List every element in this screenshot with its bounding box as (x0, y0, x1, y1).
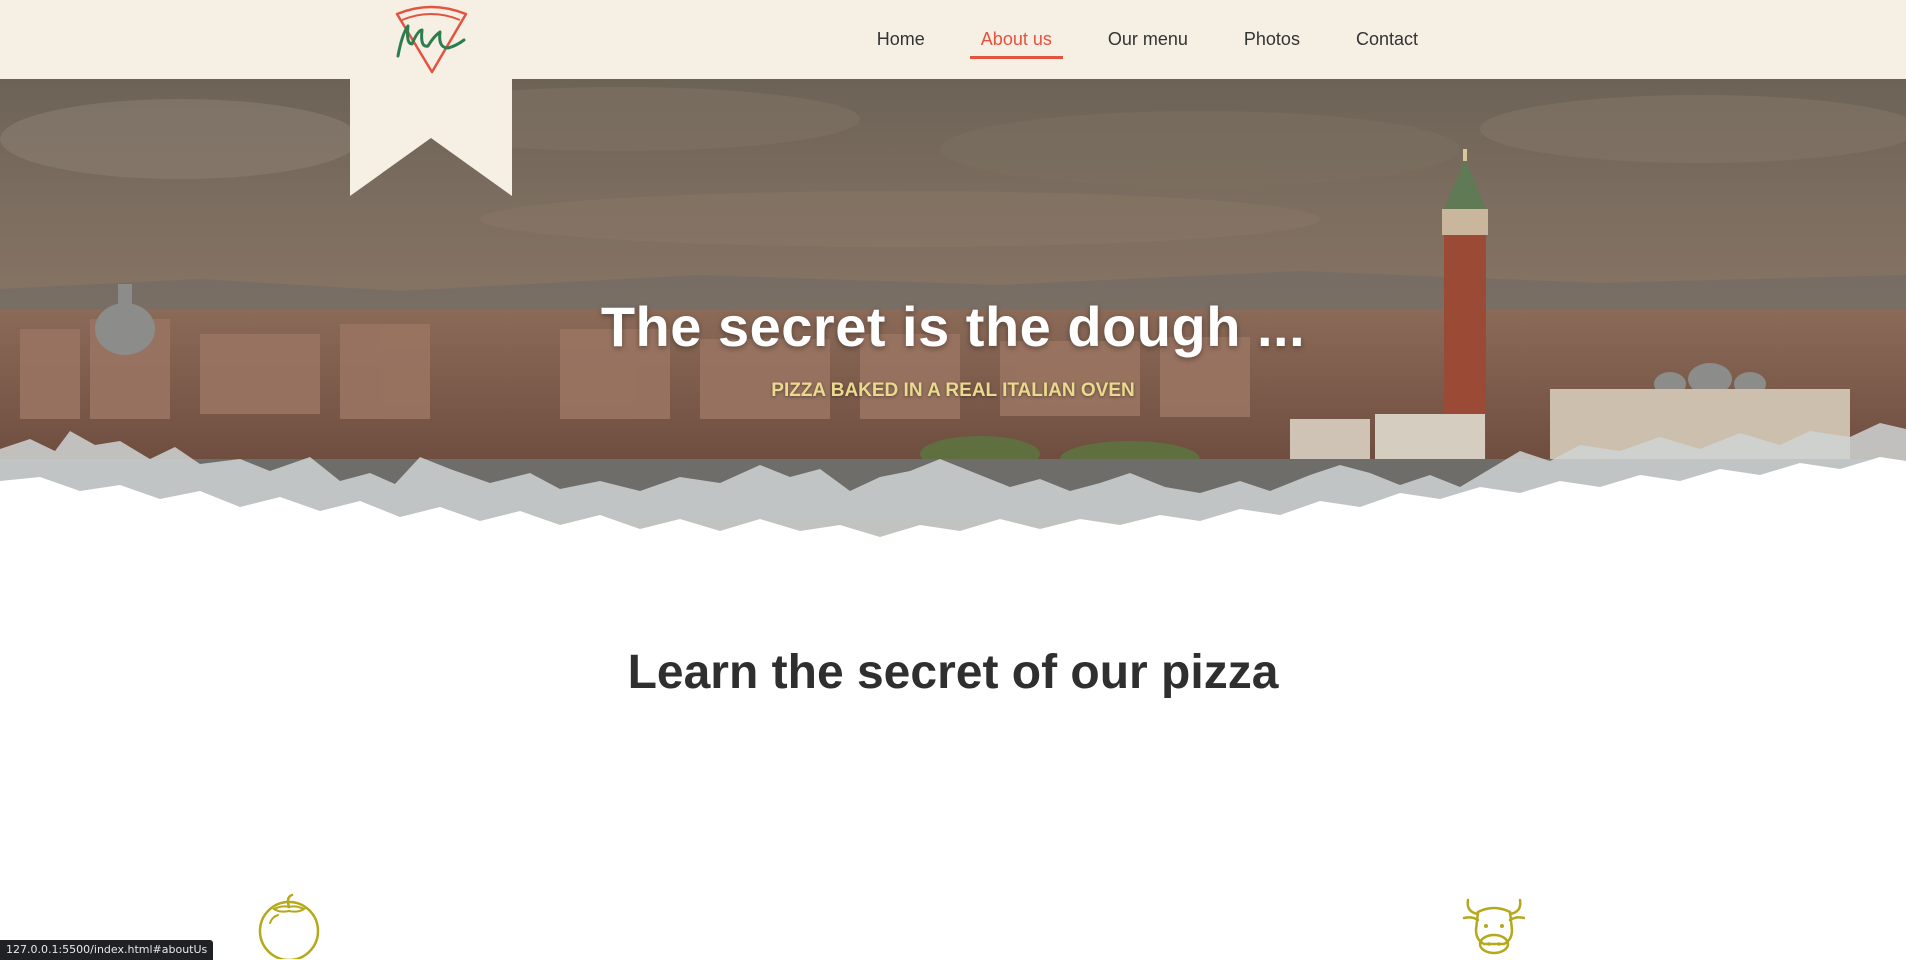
status-bar-url: 127.0.0.1:5500/index.html#aboutUs (0, 940, 214, 960)
hero-title: The secret is the dough ... (600, 295, 1306, 358)
site-header: Home About us Our menu Photos Contact (0, 0, 1906, 79)
nav-about-us[interactable]: About us (953, 0, 1080, 79)
nav-our-menu[interactable]: Our menu (1080, 0, 1216, 79)
nav-photos[interactable]: Photos (1216, 0, 1328, 79)
cow-icon (1462, 898, 1526, 955)
tomato-icon (258, 893, 320, 959)
nav-contact[interactable]: Contact (1328, 0, 1446, 79)
nav-home[interactable]: Home (849, 0, 953, 79)
logo-ribbon[interactable] (350, 0, 512, 196)
hero-subtitle: PIZZA BAKED IN A REAL ITALIAN OVEN (771, 380, 1135, 401)
pizza-logo-icon (350, 0, 512, 196)
main-nav: Home About us Our menu Photos Contact (849, 0, 1446, 79)
hero-section: The secret is the dough ... PIZZA BAKED … (0, 79, 1906, 609)
section-title: Learn the secret of our pizza (627, 646, 1279, 699)
